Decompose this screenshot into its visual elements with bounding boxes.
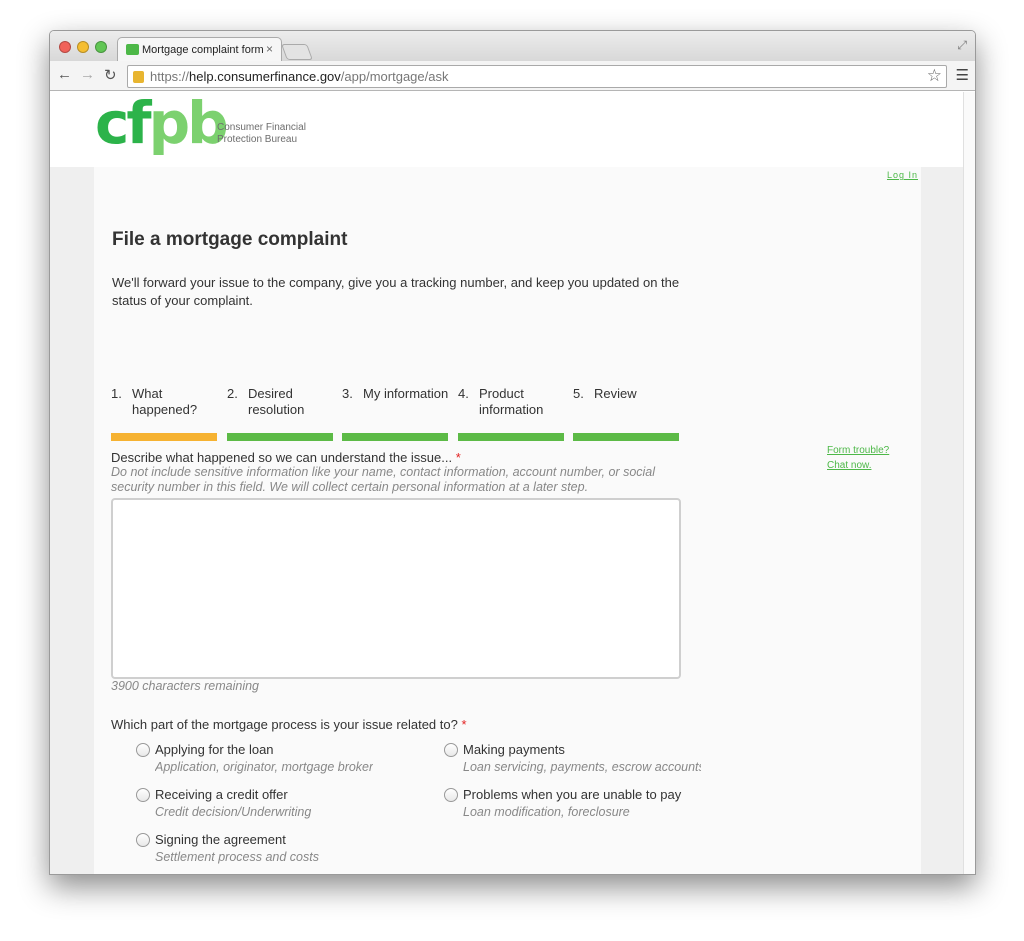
- step-5-progress-bar: [573, 433, 679, 441]
- page-viewport: cfpb Consumer Financial Protection Burea…: [50, 92, 965, 874]
- title-bar: Mortgage complaint form × ⤢: [50, 31, 975, 62]
- page-title: File a mortgage complaint: [112, 229, 348, 250]
- back-arrow-icon[interactable]: ←: [57, 66, 72, 83]
- radio-button[interactable]: [444, 788, 458, 802]
- characters-remaining: 3900 characters remaining: [111, 679, 259, 693]
- cfpb-logo[interactable]: cfpb: [95, 94, 229, 152]
- step-2-progress-bar: [227, 433, 333, 441]
- radio-button[interactable]: [136, 788, 150, 802]
- lock-icon: [133, 71, 144, 83]
- page-scrollbar[interactable]: [963, 92, 975, 874]
- step-1-progress-bar: [111, 433, 217, 441]
- zoom-window-button[interactable]: [95, 41, 107, 53]
- option-applying-for-loan[interactable]: Applying for the loan Application, origi…: [136, 742, 436, 777]
- tab-title: Mortgage complaint form: [142, 44, 264, 56]
- address-bar[interactable]: https://help.consumerfinance.gov/app/mor…: [127, 65, 947, 88]
- radio-button[interactable]: [136, 743, 150, 757]
- site-header: cfpb Consumer Financial Protection Burea…: [50, 92, 965, 167]
- close-window-button[interactable]: [59, 41, 71, 53]
- option-making-payments[interactable]: Making payments Loan servicing, payments…: [444, 742, 708, 777]
- step-3-progress-bar: [342, 433, 448, 441]
- url-text[interactable]: https://help.consumerfinance.gov/app/mor…: [150, 69, 448, 84]
- required-marker: *: [461, 717, 467, 732]
- chat-now-link[interactable]: Chat now.: [827, 460, 871, 471]
- fullscreen-icon[interactable]: ⤢: [957, 38, 967, 53]
- form-trouble-link[interactable]: Form trouble?: [827, 445, 889, 456]
- favicon-icon: [126, 44, 139, 55]
- required-marker: *: [455, 450, 461, 465]
- forward-arrow-icon[interactable]: →: [80, 66, 95, 83]
- radio-button[interactable]: [444, 743, 458, 757]
- menu-icon[interactable]: ☰: [956, 66, 969, 84]
- option-signing-agreement[interactable]: Signing the agreement Settlement process…: [136, 832, 436, 867]
- main-content: Log In File a mortgage complaint We'll f…: [94, 167, 921, 874]
- option-receiving-credit-offer[interactable]: Receiving a credit offer Credit decision…: [136, 787, 436, 822]
- browser-window: Mortgage complaint form × ⤢ ← → ↻ https:…: [49, 30, 976, 875]
- browser-tab[interactable]: Mortgage complaint form ×: [117, 37, 282, 62]
- login-link[interactable]: Log In: [887, 170, 918, 180]
- step-4-progress-bar: [458, 433, 564, 441]
- tab-close-icon[interactable]: ×: [266, 42, 273, 56]
- intro-text: We'll forward your issue to the company,…: [112, 275, 680, 308]
- bookmark-star-icon[interactable]: ☆: [927, 66, 942, 86]
- describe-issue-label: Describe what happened so we can underst…: [111, 450, 461, 465]
- minimize-window-button[interactable]: [77, 41, 89, 53]
- browser-toolbar: ← → ↻ https://help.consumerfinance.gov/a…: [50, 61, 975, 91]
- radio-button[interactable]: [136, 833, 150, 847]
- mortgage-process-label: Which part of the mortgage process is yo…: [111, 717, 467, 732]
- new-tab-button[interactable]: [281, 44, 313, 60]
- option-unable-to-pay[interactable]: Problems when you are unable to pay Loan…: [444, 787, 708, 822]
- reload-icon[interactable]: ↻: [104, 66, 117, 84]
- logo-subtitle: Consumer Financial Protection Bureau: [217, 122, 306, 145]
- describe-issue-help: Do not include sensitive information lik…: [111, 465, 656, 494]
- describe-issue-textarea[interactable]: [111, 498, 681, 679]
